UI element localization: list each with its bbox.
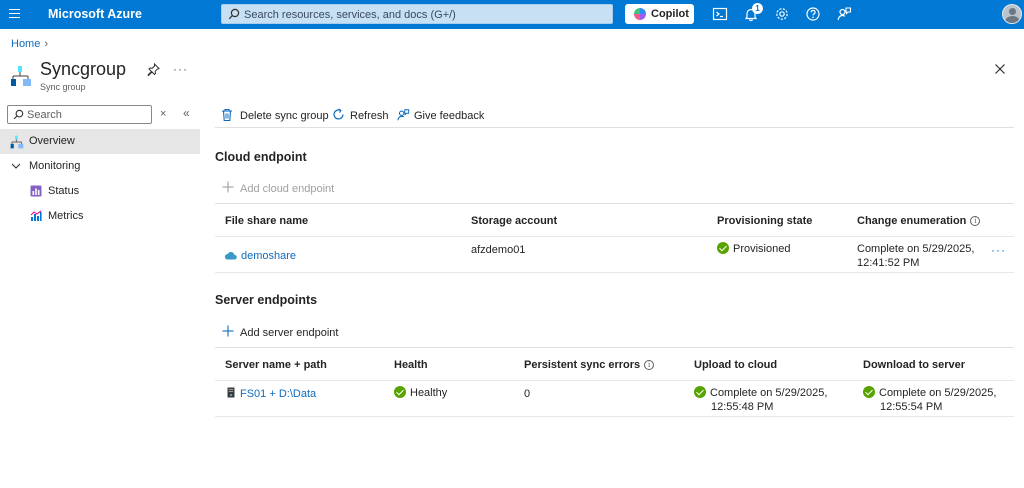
chevron-down-icon [11, 163, 21, 169]
plus-icon [222, 325, 234, 337]
nav-search-input[interactable] [27, 108, 147, 121]
column-header: Persistent sync errors i [524, 359, 655, 371]
add-cloud-endpoint-label: Add cloud endpoint [240, 183, 335, 195]
cloud-endpoint-title: Cloud endpoint [215, 150, 307, 164]
sync-errors-link[interactable]: 0 [524, 387, 530, 401]
add-server-endpoint-button[interactable]: Add server endpoint [222, 325, 338, 341]
pin-icon[interactable] [147, 63, 160, 76]
add-server-endpoint-label: Add server endpoint [240, 327, 339, 339]
provisioning-state-cell: Provisioned [717, 242, 790, 256]
refresh-button[interactable]: Refresh [332, 107, 389, 125]
delete-sync-group-button[interactable]: Delete sync group [221, 107, 329, 125]
table-header: File share name Storage account Provisio… [215, 203, 1014, 237]
column-header: Storage account [471, 215, 558, 227]
plus-icon [222, 181, 234, 193]
sidebar-item-overview[interactable]: Overview [0, 129, 200, 154]
cloud-icon [224, 251, 237, 260]
server-endpoints-title: Server endpoints [215, 293, 318, 307]
info-icon[interactable]: i [644, 360, 655, 370]
feedback-person-icon [397, 109, 410, 121]
server-icon [227, 387, 235, 398]
refresh-label: Refresh [350, 110, 389, 122]
column-header: Upload to cloud [694, 359, 778, 371]
delete-sync-group-label: Delete sync group [240, 110, 329, 122]
download-cell: Complete on 5/29/2025, 12:55:54 PM [863, 386, 996, 414]
more-options-icon[interactable]: ··· [173, 62, 188, 76]
health-cell: Healthy [394, 386, 447, 400]
global-search[interactable] [221, 4, 613, 24]
hamburger-menu-icon[interactable] [9, 9, 20, 19]
sidebar-item-label: Monitoring [29, 160, 81, 172]
row-more-options-icon[interactable]: ··· [991, 243, 1006, 257]
syncgroup-resource-icon [11, 66, 31, 86]
search-icon [228, 8, 240, 20]
column-header: Download to server [863, 359, 966, 371]
success-check-icon [863, 386, 875, 398]
column-header: Change enumeration i [857, 215, 981, 227]
close-icon[interactable] [994, 63, 1006, 75]
column-header: Server name + path [225, 359, 327, 371]
storage-account-link[interactable]: afzdemo01 [471, 243, 525, 257]
table-row: demoshare afzdemo01 Provisioned Complete… [215, 237, 1014, 273]
success-check-icon [694, 386, 706, 398]
syncgroup-icon [10, 135, 24, 149]
table-row: FS01 + D:\Data Healthy 0 Complete on 5/2… [215, 381, 1014, 417]
user-avatar[interactable] [1002, 4, 1022, 24]
upload-cell: Complete on 5/29/2025, 12:55:48 PM [694, 386, 827, 414]
global-search-input[interactable] [244, 7, 604, 22]
column-header: Provisioning state [717, 215, 813, 227]
cloud-shell-icon[interactable] [712, 6, 728, 22]
sidebar-item-metrics[interactable]: Metrics [0, 204, 200, 229]
table-header: Server name + path Health Persistent syn… [215, 347, 1014, 381]
search-icon [13, 109, 24, 120]
info-icon[interactable]: i [970, 216, 981, 226]
refresh-icon [333, 108, 344, 120]
copilot-button[interactable]: Copilot [625, 4, 694, 24]
sidebar-item-label: Status [48, 185, 80, 197]
file-share-cell: demoshare [224, 249, 296, 263]
breadcrumb-home[interactable]: Home [11, 38, 40, 50]
command-bar: Delete sync group Refresh Give feedback [215, 103, 1014, 128]
breadcrumb[interactable]: Home › [11, 38, 48, 50]
sidebar-item-status[interactable]: Status [0, 179, 200, 204]
copilot-icon [634, 8, 646, 20]
help-icon[interactable] [805, 6, 821, 22]
sidebar-item-label: Overview [29, 135, 75, 147]
copilot-label: Copilot [651, 8, 689, 20]
feedback-person-icon[interactable] [836, 6, 852, 22]
column-header: Health [394, 359, 428, 371]
page-subtitle: Sync group [40, 82, 86, 92]
clear-search-icon[interactable]: × [160, 108, 166, 120]
add-cloud-endpoint-button[interactable]: Add cloud endpoint [222, 181, 335, 197]
server-path-cell: FS01 + D:\Data [227, 387, 316, 401]
trash-icon [222, 108, 232, 122]
file-share-link[interactable]: demoshare [241, 250, 296, 262]
give-feedback-button[interactable]: Give feedback [396, 107, 485, 125]
server-path-link[interactable]: FS01 + D:\Data [240, 388, 316, 400]
give-feedback-label: Give feedback [414, 110, 485, 122]
page-title: Syncgroup [40, 59, 127, 79]
brand-title[interactable]: Microsoft Azure [48, 7, 142, 21]
success-check-icon [717, 242, 729, 254]
success-check-icon [394, 386, 406, 398]
notification-badge: 1 [752, 3, 763, 14]
collapse-nav-icon[interactable]: « [183, 106, 190, 120]
top-bar: Microsoft Azure Copilot 1 [0, 0, 1024, 29]
sidebar-item-label: Metrics [48, 210, 84, 222]
nav-search[interactable] [7, 105, 152, 124]
sidebar-item-monitoring[interactable]: Monitoring [0, 154, 200, 179]
metrics-icon [30, 210, 42, 221]
status-icon [30, 185, 42, 197]
column-header: File share name [225, 215, 309, 227]
change-enumeration-cell: Complete on 5/29/2025, 12:41:52 PM [857, 243, 975, 269]
chevron-right-icon: › [44, 38, 49, 50]
settings-gear-icon[interactable] [774, 6, 790, 22]
